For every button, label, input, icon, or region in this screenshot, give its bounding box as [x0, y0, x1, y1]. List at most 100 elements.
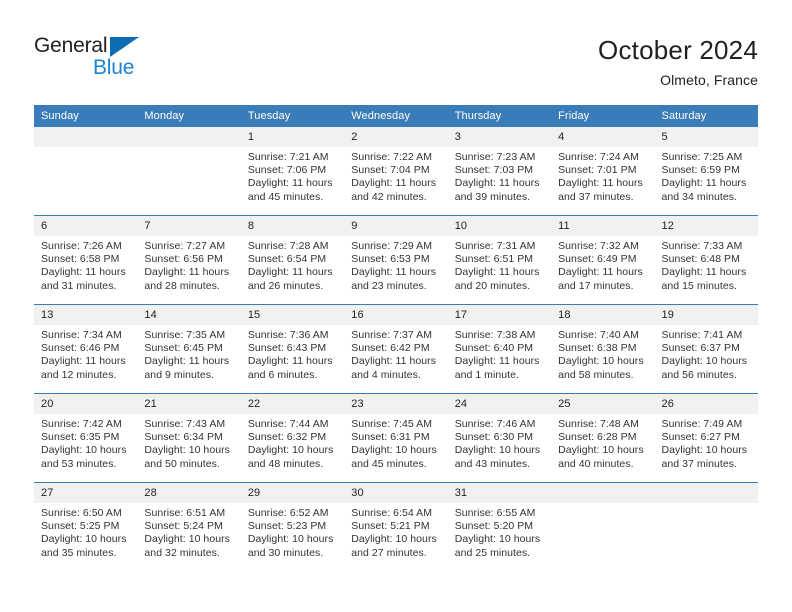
daylight-text: Daylight: 11 hours and 15 minutes. — [661, 266, 747, 292]
day-number: 10 — [447, 216, 552, 236]
calendar-day-cell[interactable]: 20 Sunrise: 7:42 AM Sunset: 6:35 PM Dayligh… — [34, 393, 138, 483]
day-number: 21 — [137, 394, 241, 414]
day-cell-inner: 9 Sunrise: 7:29 AM Sunset: 6:53 PM Daylight… — [344, 216, 448, 304]
day-number: 31 — [447, 483, 552, 503]
calendar-day-cell[interactable]: 8 Sunrise: 7:28 AM Sunset: 6:54 PM Daylight… — [240, 215, 345, 305]
sunset-text: Sunset: 6:38 PM — [558, 342, 637, 355]
day-number: 9 — [344, 216, 448, 236]
calendar-day-cell[interactable]: 30 Sunrise: 6:54 AM Sunset: 5:21 PM Dayligh… — [344, 482, 448, 571]
daylight-text: Daylight: 11 hours and 6 minutes. — [247, 355, 333, 381]
day-details: Sunrise: 7:33 AM Sunset: 6:48 PM Daylight:… — [655, 236, 758, 293]
sunset-text: Sunset: 6:28 PM — [558, 431, 637, 444]
day-number: 19 — [654, 305, 758, 325]
calendar-day-cell[interactable]: 21 Sunrise: 7:43 AM Sunset: 6:34 PM Dayligh… — [137, 393, 241, 483]
day-number: 1 — [240, 127, 345, 147]
calendar-day-cell[interactable]: 19 Sunrise: 7:41 AM Sunset: 6:37 PM Dayligh… — [654, 304, 758, 394]
sunrise-text: Sunrise: 6:55 AM — [454, 507, 536, 519]
sunset-text: Sunset: 7:03 PM — [454, 164, 534, 177]
general-blue-logo[interactable]: General Blue — [34, 34, 254, 88]
day-cell-inner: 12 Sunrise: 7:33 AM Sunset: 6:48 PM Dayligh… — [654, 216, 758, 304]
daylight-text: Daylight: 11 hours and 1 minute. — [454, 355, 540, 381]
day-details: Sunrise: 7:37 AM Sunset: 6:42 PM Daylight:… — [344, 325, 447, 382]
calendar-day-cell[interactable]: 23 Sunrise: 7:45 AM Sunset: 6:31 PM Dayligh… — [344, 393, 448, 483]
day-details: Sunrise: 7:38 AM Sunset: 6:40 PM Daylight:… — [448, 325, 551, 382]
sunrise-text: Sunrise: 7:22 AM — [351, 151, 433, 163]
day-details: Sunrise: 6:52 AM Sunset: 5:23 PM Daylight:… — [241, 503, 344, 560]
day-number: 26 — [654, 394, 758, 414]
day-details: Sunrise: 7:42 AM Sunset: 6:35 PM Daylight:… — [34, 414, 137, 471]
calendar-day-cell[interactable]: 5 Sunrise: 7:25 AM Sunset: 6:59 PM Daylight… — [654, 127, 758, 216]
calendar-day-cell[interactable]: 1 Sunrise: 7:21 AM Sunset: 7:06 PM Daylight… — [240, 127, 345, 216]
day-cell-inner: 22 Sunrise: 7:44 AM Sunset: 6:32 PM Dayligh… — [240, 394, 345, 482]
calendar-day-cell[interactable]: 31 Sunrise: 6:55 AM Sunset: 5:20 PM Dayligh… — [447, 482, 552, 571]
calendar-day-cell[interactable]: 2 Sunrise: 7:22 AM Sunset: 7:04 PM Daylight… — [344, 127, 448, 216]
daylight-text: Daylight: 11 hours and 42 minutes. — [351, 177, 437, 203]
day-details: Sunrise: 7:44 AM Sunset: 6:32 PM Daylight:… — [241, 414, 344, 471]
day-details: Sunrise: 7:43 AM Sunset: 6:34 PM Daylight:… — [137, 414, 240, 471]
sunrise-text: Sunrise: 7:37 AM — [351, 329, 433, 341]
day-number: 15 — [240, 305, 345, 325]
calendar-day-cell[interactable]: 14 Sunrise: 7:35 AM Sunset: 6:45 PM Dayligh… — [137, 304, 241, 394]
sunset-text: Sunset: 6:30 PM — [454, 431, 534, 444]
calendar-day-cell[interactable]: 3 Sunrise: 7:23 AM Sunset: 7:03 PM Daylight… — [447, 127, 552, 216]
daylight-text: Daylight: 11 hours and 39 minutes. — [454, 177, 540, 203]
sunrise-text: Sunrise: 6:52 AM — [247, 507, 329, 519]
daylight-text: Daylight: 11 hours and 17 minutes. — [558, 266, 643, 292]
calendar-day-cell[interactable]: 17 Sunrise: 7:38 AM Sunset: 6:40 PM Dayligh… — [447, 304, 552, 394]
calendar-day-cell-empty — [654, 482, 758, 571]
calendar-day-cell[interactable]: 22 Sunrise: 7:44 AM Sunset: 6:32 PM Dayligh… — [240, 393, 345, 483]
day-cell-inner: 19 Sunrise: 7:41 AM Sunset: 6:37 PM Dayligh… — [654, 305, 758, 393]
daylight-text: Daylight: 10 hours and 27 minutes. — [351, 533, 437, 559]
calendar-day-cell[interactable]: 15 Sunrise: 7:36 AM Sunset: 6:43 PM Dayligh… — [240, 304, 345, 394]
calendar-day-cell[interactable]: 16 Sunrise: 7:37 AM Sunset: 6:42 PM Dayligh… — [344, 304, 448, 394]
day-cell-inner: 17 Sunrise: 7:38 AM Sunset: 6:40 PM Dayligh… — [447, 305, 552, 393]
day-number: 23 — [344, 394, 448, 414]
daylight-text: Daylight: 10 hours and 40 minutes. — [558, 444, 644, 470]
sunrise-text: Sunrise: 7:28 AM — [247, 240, 329, 252]
calendar-day-cell[interactable]: 26 Sunrise: 7:49 AM Sunset: 6:27 PM Dayligh… — [654, 393, 758, 483]
sunset-text: Sunset: 6:48 PM — [661, 253, 740, 266]
sunset-text: Sunset: 6:42 PM — [351, 342, 430, 355]
sunrise-text: Sunrise: 7:32 AM — [558, 240, 639, 252]
day-details: Sunrise: 7:45 AM Sunset: 6:31 PM Daylight:… — [344, 414, 447, 471]
daylight-text: Daylight: 11 hours and 37 minutes. — [558, 177, 643, 203]
title-block: October 2024 Olmeto, France — [298, 34, 758, 90]
calendar-day-cell[interactable]: 18 Sunrise: 7:40 AM Sunset: 6:38 PM Dayligh… — [551, 304, 655, 394]
daylight-text: Daylight: 11 hours and 28 minutes. — [144, 266, 230, 292]
calendar-day-cell[interactable]: 11 Sunrise: 7:32 AM Sunset: 6:49 PM Dayligh… — [551, 215, 655, 305]
day-details: Sunrise: 7:27 AM Sunset: 6:56 PM Daylight:… — [137, 236, 240, 293]
day-cell-inner: 11 Sunrise: 7:32 AM Sunset: 6:49 PM Dayligh… — [551, 216, 655, 304]
sunrise-text: Sunrise: 6:51 AM — [144, 507, 226, 519]
calendar-day-cell[interactable]: 24 Sunrise: 7:46 AM Sunset: 6:30 PM Dayligh… — [447, 393, 552, 483]
day-number: 18 — [551, 305, 655, 325]
calendar-day-cell[interactable]: 12 Sunrise: 7:33 AM Sunset: 6:48 PM Dayligh… — [654, 215, 758, 305]
calendar-day-cell[interactable]: 28 Sunrise: 6:51 AM Sunset: 5:24 PM Dayligh… — [137, 482, 241, 571]
sunrise-text: Sunrise: 7:43 AM — [144, 418, 226, 430]
day-cell-inner: 16 Sunrise: 7:37 AM Sunset: 6:42 PM Dayligh… — [344, 305, 448, 393]
calendar-day-cell[interactable]: 9 Sunrise: 7:29 AM Sunset: 6:53 PM Daylight… — [344, 215, 448, 305]
calendar-day-cell[interactable]: 13 Sunrise: 7:34 AM Sunset: 6:46 PM Dayligh… — [34, 304, 138, 394]
location-subtitle: Olmeto, France — [660, 72, 758, 88]
daylight-text: Daylight: 10 hours and 50 minutes. — [144, 444, 230, 470]
sunrise-text: Sunrise: 7:21 AM — [247, 151, 329, 163]
day-details: Sunrise: 7:21 AM Sunset: 7:06 PM Daylight:… — [241, 147, 344, 204]
day-number: 27 — [34, 483, 138, 503]
calendar-header: Sunday Monday Tuesday Wednesday Thursday Frid… — [34, 105, 758, 127]
calendar-day-cell[interactable]: 25 Sunrise: 7:48 AM Sunset: 6:28 PM Dayligh… — [551, 393, 655, 483]
sunset-text: Sunset: 5:21 PM — [351, 520, 430, 533]
sunset-text: Sunset: 6:56 PM — [144, 253, 223, 266]
calendar-day-cell[interactable]: 7 Sunrise: 7:27 AM Sunset: 6:56 PM Daylight… — [137, 215, 241, 305]
sunrise-text: Sunrise: 7:33 AM — [661, 240, 743, 252]
calendar-day-cell[interactable]: 6 Sunrise: 7:26 AM Sunset: 6:58 PM Daylight… — [34, 215, 138, 305]
day-number: 13 — [34, 305, 138, 325]
day-details: Sunrise: 7:25 AM Sunset: 6:59 PM Daylight:… — [655, 147, 758, 204]
calendar-week-row: 27 Sunrise: 6:50 AM Sunset: 5:25 PM Dayligh… — [34, 482, 758, 571]
calendar-day-cell[interactable]: 4 Sunrise: 7:24 AM Sunset: 7:01 PM Daylight… — [551, 127, 655, 216]
calendar-day-cell[interactable]: 10 Sunrise: 7:31 AM Sunset: 6:51 PM Dayligh… — [447, 215, 552, 305]
weekday-header-sunday: Sunday — [34, 105, 138, 127]
sunset-text: Sunset: 6:43 PM — [247, 342, 327, 355]
calendar-day-cell[interactable]: 29 Sunrise: 6:52 AM Sunset: 5:23 PM Dayligh… — [240, 482, 345, 571]
calendar-day-cell[interactable]: 27 Sunrise: 6:50 AM Sunset: 5:25 PM Dayligh… — [34, 482, 138, 571]
logo-text-general: General — [34, 34, 108, 57]
day-number — [137, 127, 241, 147]
